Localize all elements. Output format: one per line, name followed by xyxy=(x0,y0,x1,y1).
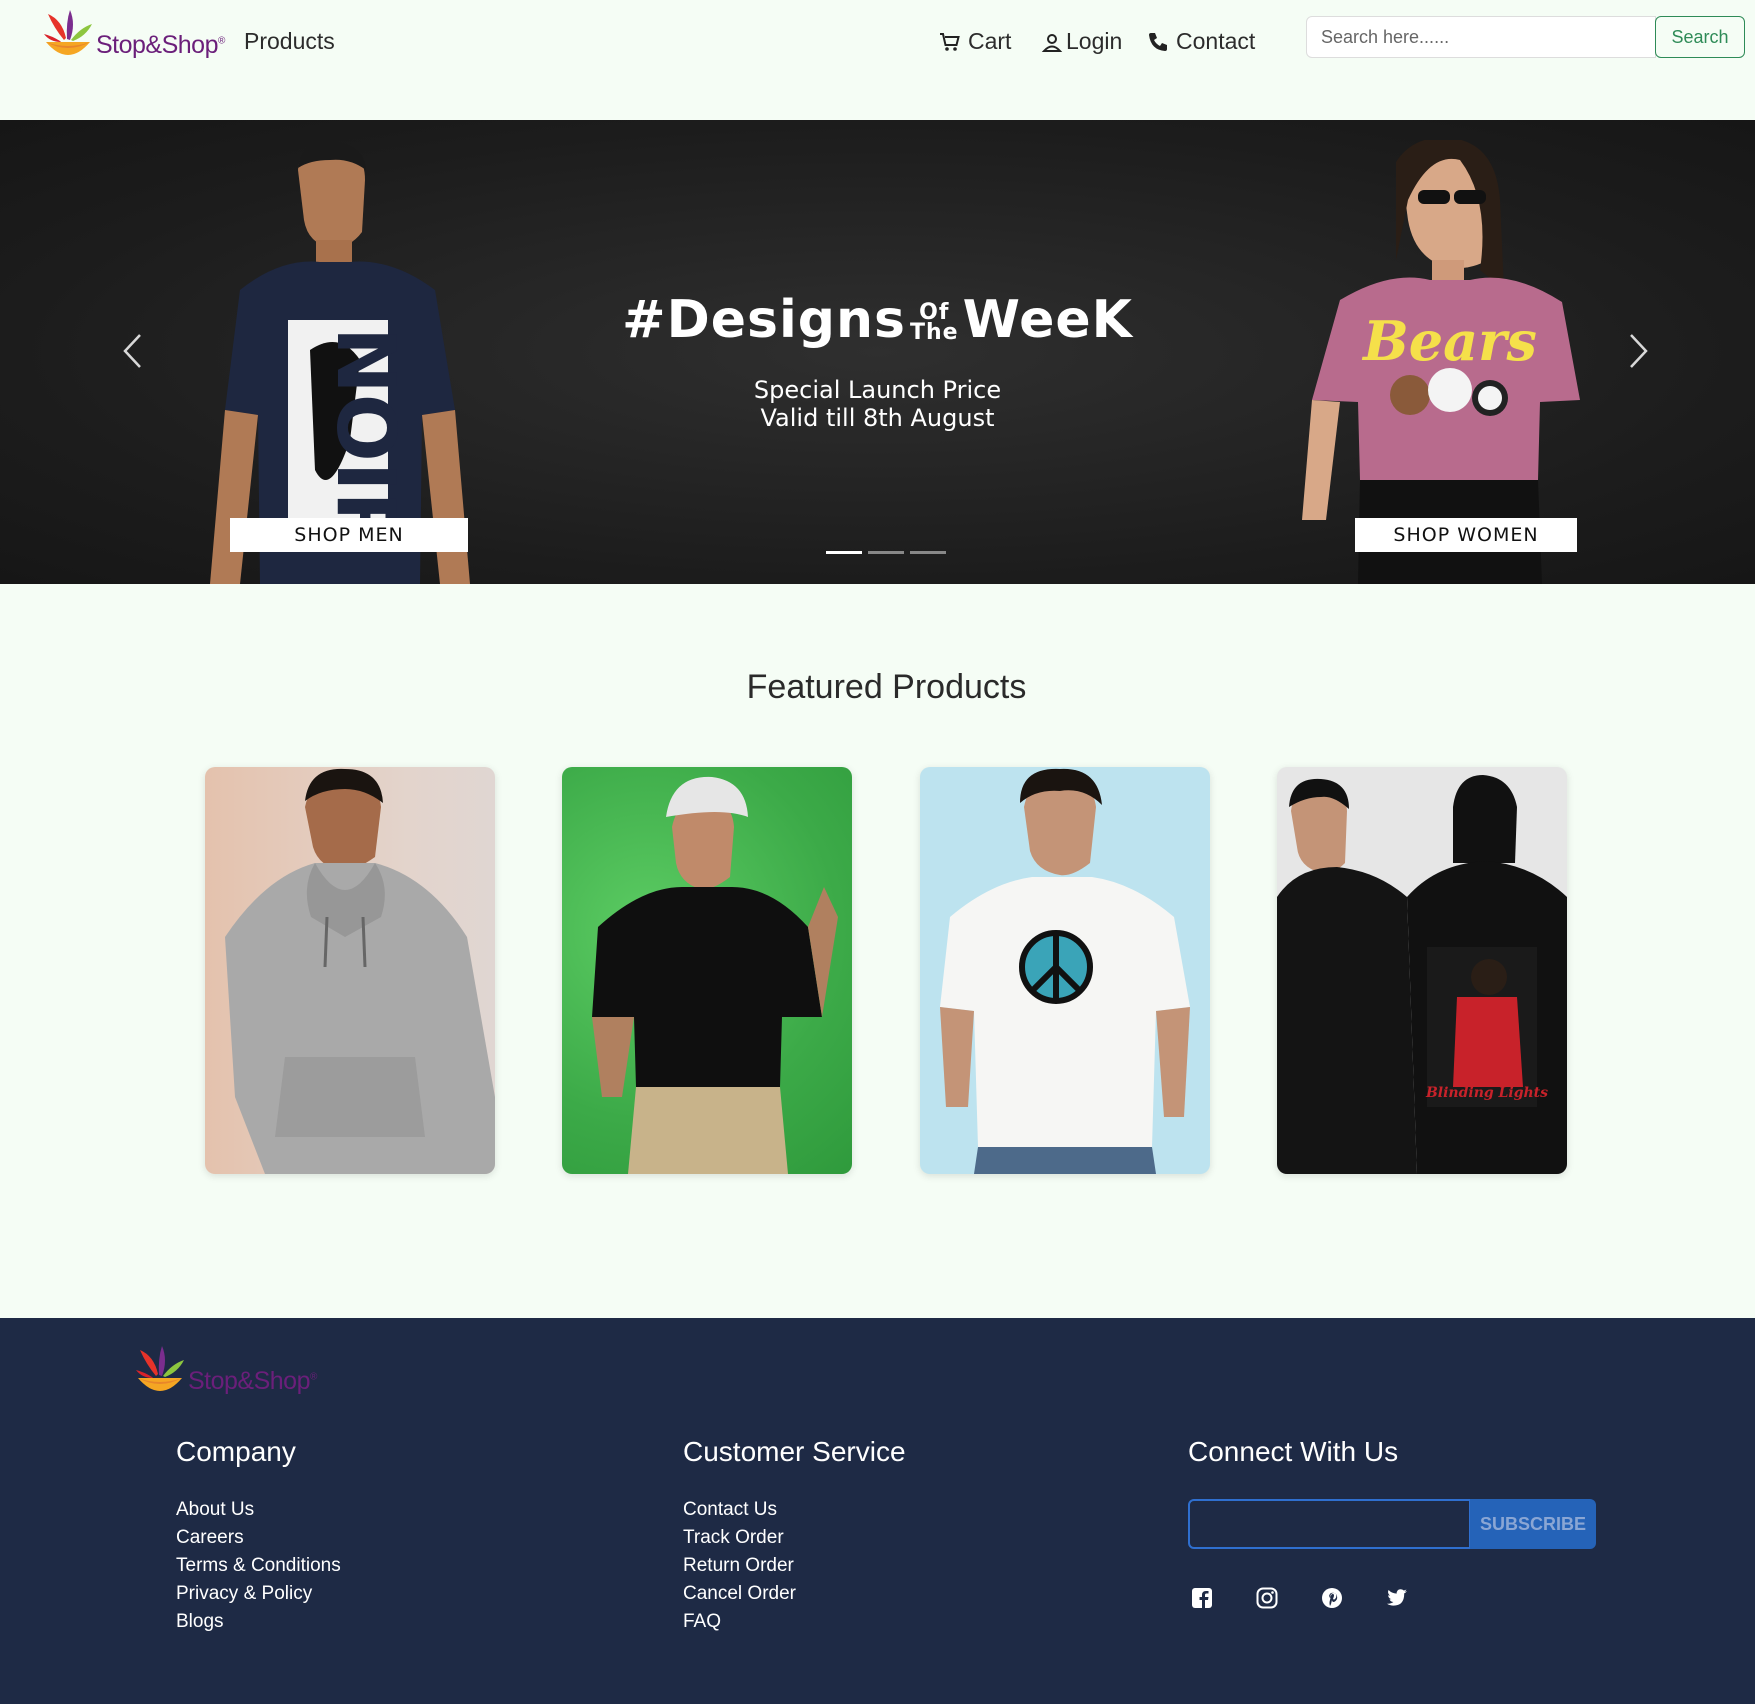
product-card-black-tshirt[interactable] xyxy=(562,767,852,1174)
footer-link-careers[interactable]: Careers xyxy=(176,1524,341,1552)
footer-link-return-order[interactable]: Return Order xyxy=(683,1552,906,1580)
product-card-white-peace-tshirt[interactable] xyxy=(920,767,1210,1174)
footer-link-terms[interactable]: Terms & Conditions xyxy=(176,1552,341,1580)
instagram-icon[interactable] xyxy=(1255,1586,1279,1610)
product-image xyxy=(592,776,838,1174)
nav-cart-label: Cart xyxy=(968,28,1012,54)
nav-contact-label: Contact xyxy=(1176,28,1256,54)
hero-carousel: NOIR SHOP MEN Bears SHOP WOMEN #Designs O… xyxy=(0,120,1755,584)
nav-login-label: Login xyxy=(1066,28,1123,54)
svg-text:Blinding Lights: Blinding Lights xyxy=(1425,1085,1548,1101)
shop-women-button[interactable]: SHOP WOMEN xyxy=(1355,518,1577,552)
shop-men-button[interactable]: SHOP MEN xyxy=(230,518,468,552)
featured-products-title: Featured Products xyxy=(746,668,1027,706)
brand-flower-icon xyxy=(44,10,92,55)
chevron-left-icon[interactable] xyxy=(120,332,144,370)
footer: Stop&Shop® Company About Us Careers Term… xyxy=(0,1318,1755,1704)
footer-link-faq[interactable]: FAQ xyxy=(683,1608,906,1636)
footer-brand-name: Stop&Shop® xyxy=(188,1367,317,1395)
footer-link-privacy[interactable]: Privacy & Policy xyxy=(176,1580,341,1608)
carousel-indicators xyxy=(826,551,946,554)
product-image xyxy=(940,768,1190,1174)
carousel-indicator-2[interactable] xyxy=(868,551,904,554)
brand-flower-icon xyxy=(136,1346,184,1391)
social-links xyxy=(1190,1586,1450,1610)
nav-products-link[interactable]: Products xyxy=(244,28,335,55)
footer-link-contact-us[interactable]: Contact Us xyxy=(683,1496,906,1524)
carousel-indicator-3[interactable] xyxy=(910,551,946,554)
navbar: Stop&Shop® Products Cart Login Contact S… xyxy=(0,0,1755,120)
hero-title: #Designs Of TheWeeK xyxy=(622,290,1133,350)
subscribe-button[interactable]: SUBSCRIBE xyxy=(1470,1499,1596,1549)
footer-connect-column: Connect With Us xyxy=(1188,1436,1398,1496)
search-button[interactable]: Search xyxy=(1655,16,1745,58)
brand-logo[interactable]: Stop&Shop® xyxy=(42,10,225,64)
brand-name: Stop&Shop® xyxy=(96,31,225,59)
hero-subtitle: Special Launch Price Valid till 8th Augu… xyxy=(753,376,1002,432)
subscribe-email-input[interactable] xyxy=(1188,1499,1471,1549)
product-card-black-graphic-hoodie[interactable]: Blinding Lights xyxy=(1277,767,1567,1174)
footer-company-title: Company xyxy=(176,1436,296,1467)
footer-connect-title: Connect With Us xyxy=(1188,1436,1399,1467)
product-card-grey-hoodie[interactable] xyxy=(205,767,495,1174)
footer-link-cancel-order[interactable]: Cancel Order xyxy=(683,1580,906,1608)
footer-company-column: Company About Us Careers Terms & Conditi… xyxy=(176,1436,341,1636)
product-image: Blinding Lights xyxy=(1277,775,1567,1174)
nav-login-link[interactable]: Login xyxy=(1040,28,1122,55)
cart-icon xyxy=(940,32,960,51)
facebook-icon[interactable] xyxy=(1190,1586,1214,1610)
footer-link-track-order[interactable]: Track Order xyxy=(683,1524,906,1552)
footer-service-column: Customer Service Contact Us Track Order … xyxy=(683,1436,906,1636)
nav-contact-link[interactable]: Contact xyxy=(1146,28,1255,55)
footer-link-blogs[interactable]: Blogs xyxy=(176,1608,341,1636)
phone-icon xyxy=(1149,32,1167,51)
chevron-right-icon[interactable] xyxy=(1627,332,1651,370)
user-icon xyxy=(1041,33,1063,52)
pinterest-icon[interactable] xyxy=(1320,1586,1344,1610)
footer-service-title: Customer Service xyxy=(683,1436,906,1467)
nav-cart-link[interactable]: Cart xyxy=(938,28,1011,55)
footer-brand-logo[interactable]: Stop&Shop® xyxy=(134,1346,317,1400)
twitter-icon[interactable] xyxy=(1385,1586,1409,1610)
product-image xyxy=(225,768,495,1174)
search-input[interactable] xyxy=(1306,16,1656,58)
carousel-indicator-1[interactable] xyxy=(826,551,862,554)
footer-link-about-us[interactable]: About Us xyxy=(176,1496,341,1524)
